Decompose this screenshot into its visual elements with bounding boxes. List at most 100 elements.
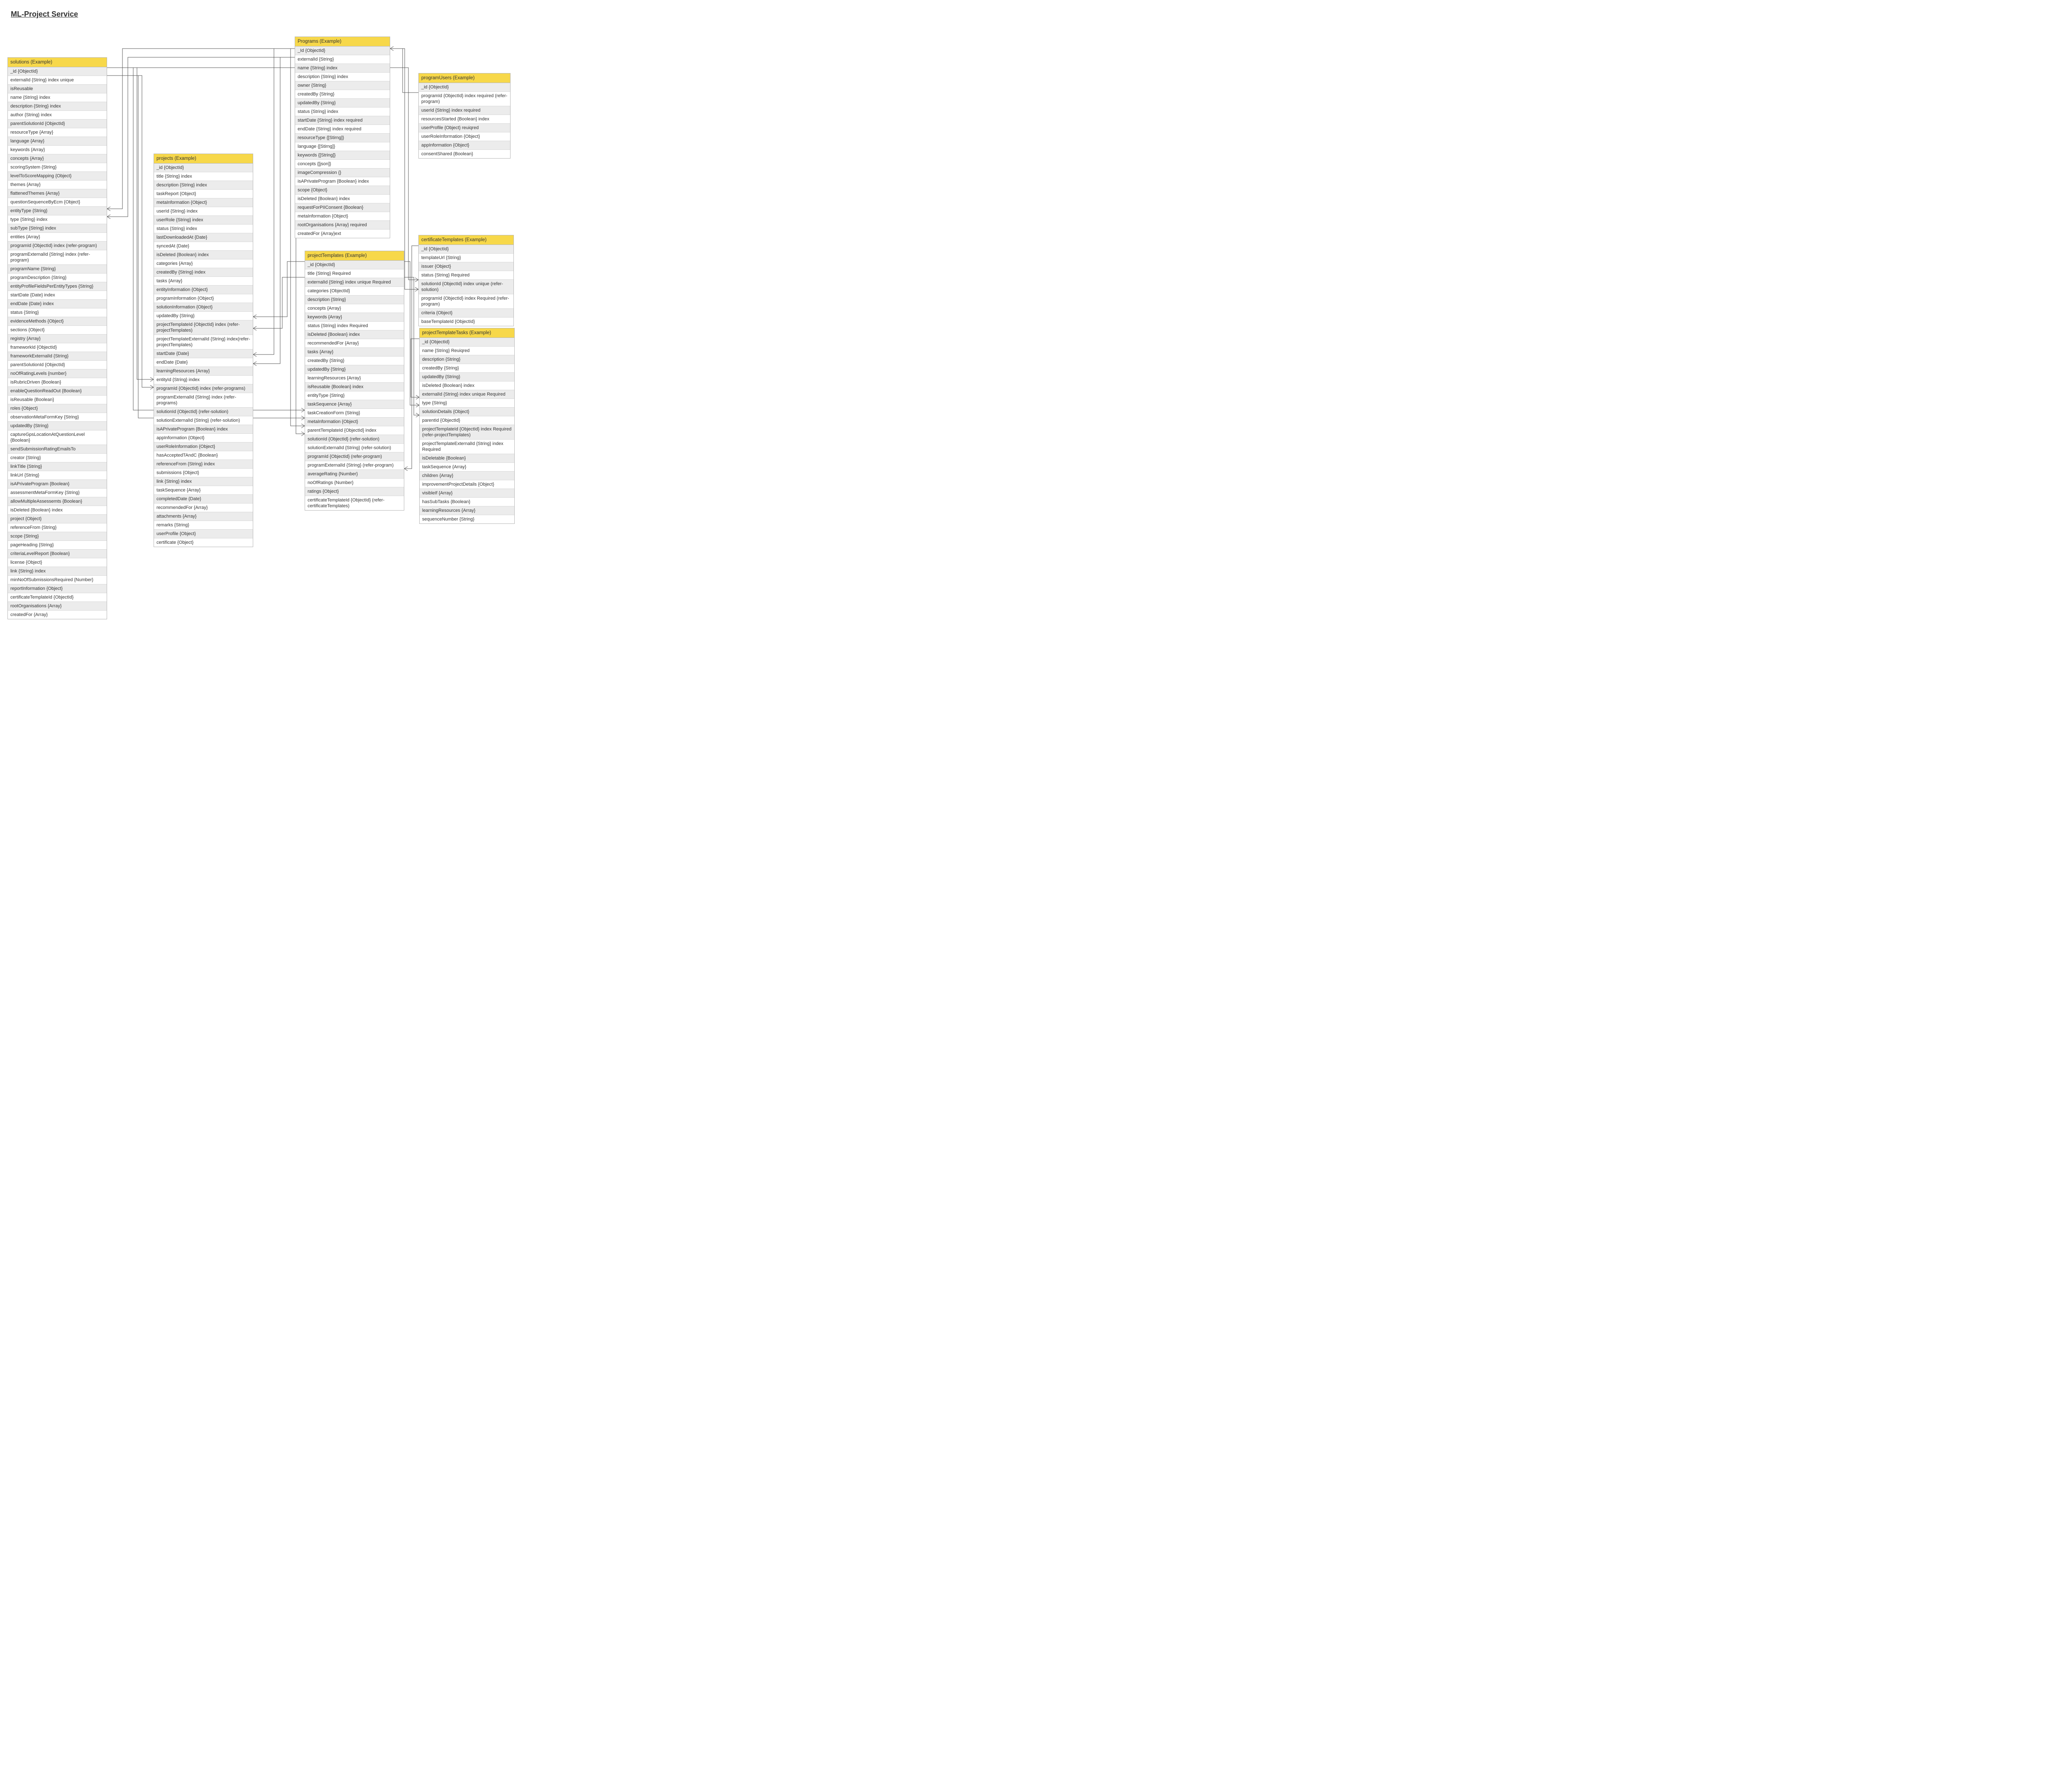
entity-field: programExternalId {String} (refer-progra… (305, 461, 404, 470)
entity-field: _id {ObjectId} (154, 164, 253, 172)
entity-field: isRubricDriven {Boolean} (8, 378, 107, 387)
connector-line (253, 57, 295, 364)
entity-field: createdFor {Array} (8, 611, 107, 619)
entity-field: externalId {String} index unique Require… (420, 390, 514, 399)
entity-field: isDeleted {Boolean} index (154, 251, 253, 259)
entity-field: programId {ObjectId} index (refer-progra… (8, 242, 107, 250)
entity-field: entities {Array} (8, 233, 107, 242)
entity-field: updatedBy {String} (305, 365, 404, 374)
entity-field: userId {String} index required (419, 106, 510, 115)
entity-field: taskSequence {Array} (420, 463, 514, 472)
entity-field: externalId {String} index unique (8, 76, 107, 85)
entity-field: isDeleted {Boolean} index (420, 381, 514, 390)
entity-field: parentSolutionId {ObjectId} (8, 361, 107, 369)
entity-field: imageCompression {} (295, 169, 390, 177)
entity-field: startDate {Date} (154, 350, 253, 358)
entity-field: userProfile {Object} (154, 530, 253, 538)
entity-field: levelToScoreMapping {Object} (8, 172, 107, 181)
entity-field: flattenedThemes {Array} (8, 189, 107, 198)
entity-field: noOfRatingLevels {number} (8, 369, 107, 378)
entity-field: enableQuestionReadOut {Boolean} (8, 387, 107, 396)
entity-field: attachments {Array} (154, 512, 253, 521)
entity-field: questionSequenceByEcm {Object} (8, 198, 107, 207)
entity-field: solutionExternalId {String} (refer-solut… (154, 416, 253, 425)
entity-field: resourcesStarted {Boolean} index (419, 115, 510, 124)
entity-field: linkUrl {String} (8, 471, 107, 480)
entity-field: isReusable {Boolean} index (305, 383, 404, 391)
entity-field: name {String} index (295, 64, 390, 73)
entity-projectTemplateTasks: projectTemplateTasks (Example)_id {Objec… (419, 328, 515, 524)
entity-field: certificateTemplateId {ObjectId} (8, 593, 107, 602)
entity-field: scoringSystem {String} (8, 163, 107, 172)
entity-field: keywords {[String]} (295, 151, 390, 160)
entity-field: solutionDetails {Object} (420, 408, 514, 416)
entity-field: status {String} Required (419, 271, 513, 280)
entity-field: taskSequence {Array} (305, 400, 404, 409)
entity-field: issuer {Object} (419, 262, 513, 271)
entity-field: noOfRatings {Number} (305, 479, 404, 487)
entity-field: hasSubTasks {Boolean} (420, 498, 514, 506)
entity-field: name {String} Reuiqred (420, 347, 514, 355)
entity-field: resourceType {Array} (8, 128, 107, 137)
entity-field: baseTemplateId {ObjectId} (419, 318, 513, 326)
entity-field: programExternalId {String} index (refer-… (154, 393, 253, 408)
entity-field: concepts {Array} (305, 304, 404, 313)
entity-field: isReusable (8, 85, 107, 93)
entity-field: link {String} index (154, 477, 253, 486)
entity-field: captureGpsLocationAtQuestionLevel {Boole… (8, 430, 107, 445)
entity-field: recommendedFor {Array} (154, 504, 253, 512)
entity-field: visibleIf {Array} (420, 489, 514, 498)
entity-field: children {Array} (420, 472, 514, 480)
entity-field: metaInformation {Object} (305, 418, 404, 426)
entity-field: projectTemplateId {ObjectId} index (refe… (154, 320, 253, 335)
entity-field: externalId {String} index unique Require… (305, 278, 404, 287)
entity-field: programInformation {Object} (154, 294, 253, 303)
entity-field: createdBy {String} (420, 364, 514, 373)
entity-field: programExternalId {String} index (refer-… (8, 250, 107, 265)
entity-field: allowMultipleAssessemts {Boolean} (8, 497, 107, 506)
entity-field: programId {ObjectId} index required (ref… (419, 92, 510, 106)
entity-field: frameworkExternalId {String} (8, 352, 107, 361)
entity-field: createdBy {String} (295, 90, 390, 99)
connector-line (404, 246, 418, 469)
connector-line (253, 277, 305, 328)
entity-field: userId {String} index (154, 207, 253, 216)
entity-field: updatedBy {String} (420, 373, 514, 381)
entity-field: taskSequence {Array} (154, 486, 253, 495)
entity-field: startDate {String} index required (295, 116, 390, 125)
entity-header: Programs (Example) (295, 37, 390, 46)
entity-projects: projects (Example)_id {ObjectId}title {S… (154, 154, 253, 547)
entity-field: programId {ObjectId} index (refer-progra… (154, 384, 253, 393)
entity-field: solutionId {ObjectId} (refer-solution) (305, 435, 404, 444)
entity-field: isDeleted {Boolean} index (305, 330, 404, 339)
entity-field: hasAcceptedTAndC {Boolean} (154, 451, 253, 460)
entity-field: subType {String} index (8, 224, 107, 233)
entity-field: entityType {String} (305, 391, 404, 400)
connector-line (390, 49, 418, 93)
entity-field: completedDate {Date} (154, 495, 253, 504)
entity-field: programDescription {String} (8, 274, 107, 282)
entity-field: frameworkId {ObjectId} (8, 343, 107, 352)
entity-field: keywords {Array} (305, 313, 404, 322)
entity-field: project {Object} (8, 515, 107, 523)
entity-field: isAPrivateProgram {Boolean} index (295, 177, 390, 186)
entity-field: scope {String} (8, 532, 107, 541)
entity-field: sendSubmissionRatingEmailsTo (8, 445, 107, 454)
entity-field: description {String} index (154, 181, 253, 190)
entity-field: ratings {Object} (305, 487, 404, 496)
entity-field: createdBy {String} index (154, 268, 253, 277)
entity-field: criteriaLevelReport {Boolean} (8, 550, 107, 558)
entity-solutions: solutions (Example)_id {ObjectId}externa… (7, 57, 107, 619)
entity-field: recommendedFor {Array} (305, 339, 404, 348)
entity-field: _Id {ObjectId} (295, 46, 390, 55)
entity-field: pageHeading {String} (8, 541, 107, 550)
entity-field: endDate {Date} index (8, 300, 107, 308)
entity-field: name {String} index (8, 93, 107, 102)
entity-field: consentShared {Boolean} (419, 150, 510, 158)
entity-field: createdFor {Array}ext (295, 230, 390, 238)
entity-field: concepts {Array} (8, 154, 107, 163)
page-title: ML-Project Service (11, 10, 78, 19)
entity-field: concepts {[json]} (295, 160, 390, 169)
entity-field: appInformation {Object} (419, 141, 510, 150)
entity-field: status {String} index Required (305, 322, 404, 330)
